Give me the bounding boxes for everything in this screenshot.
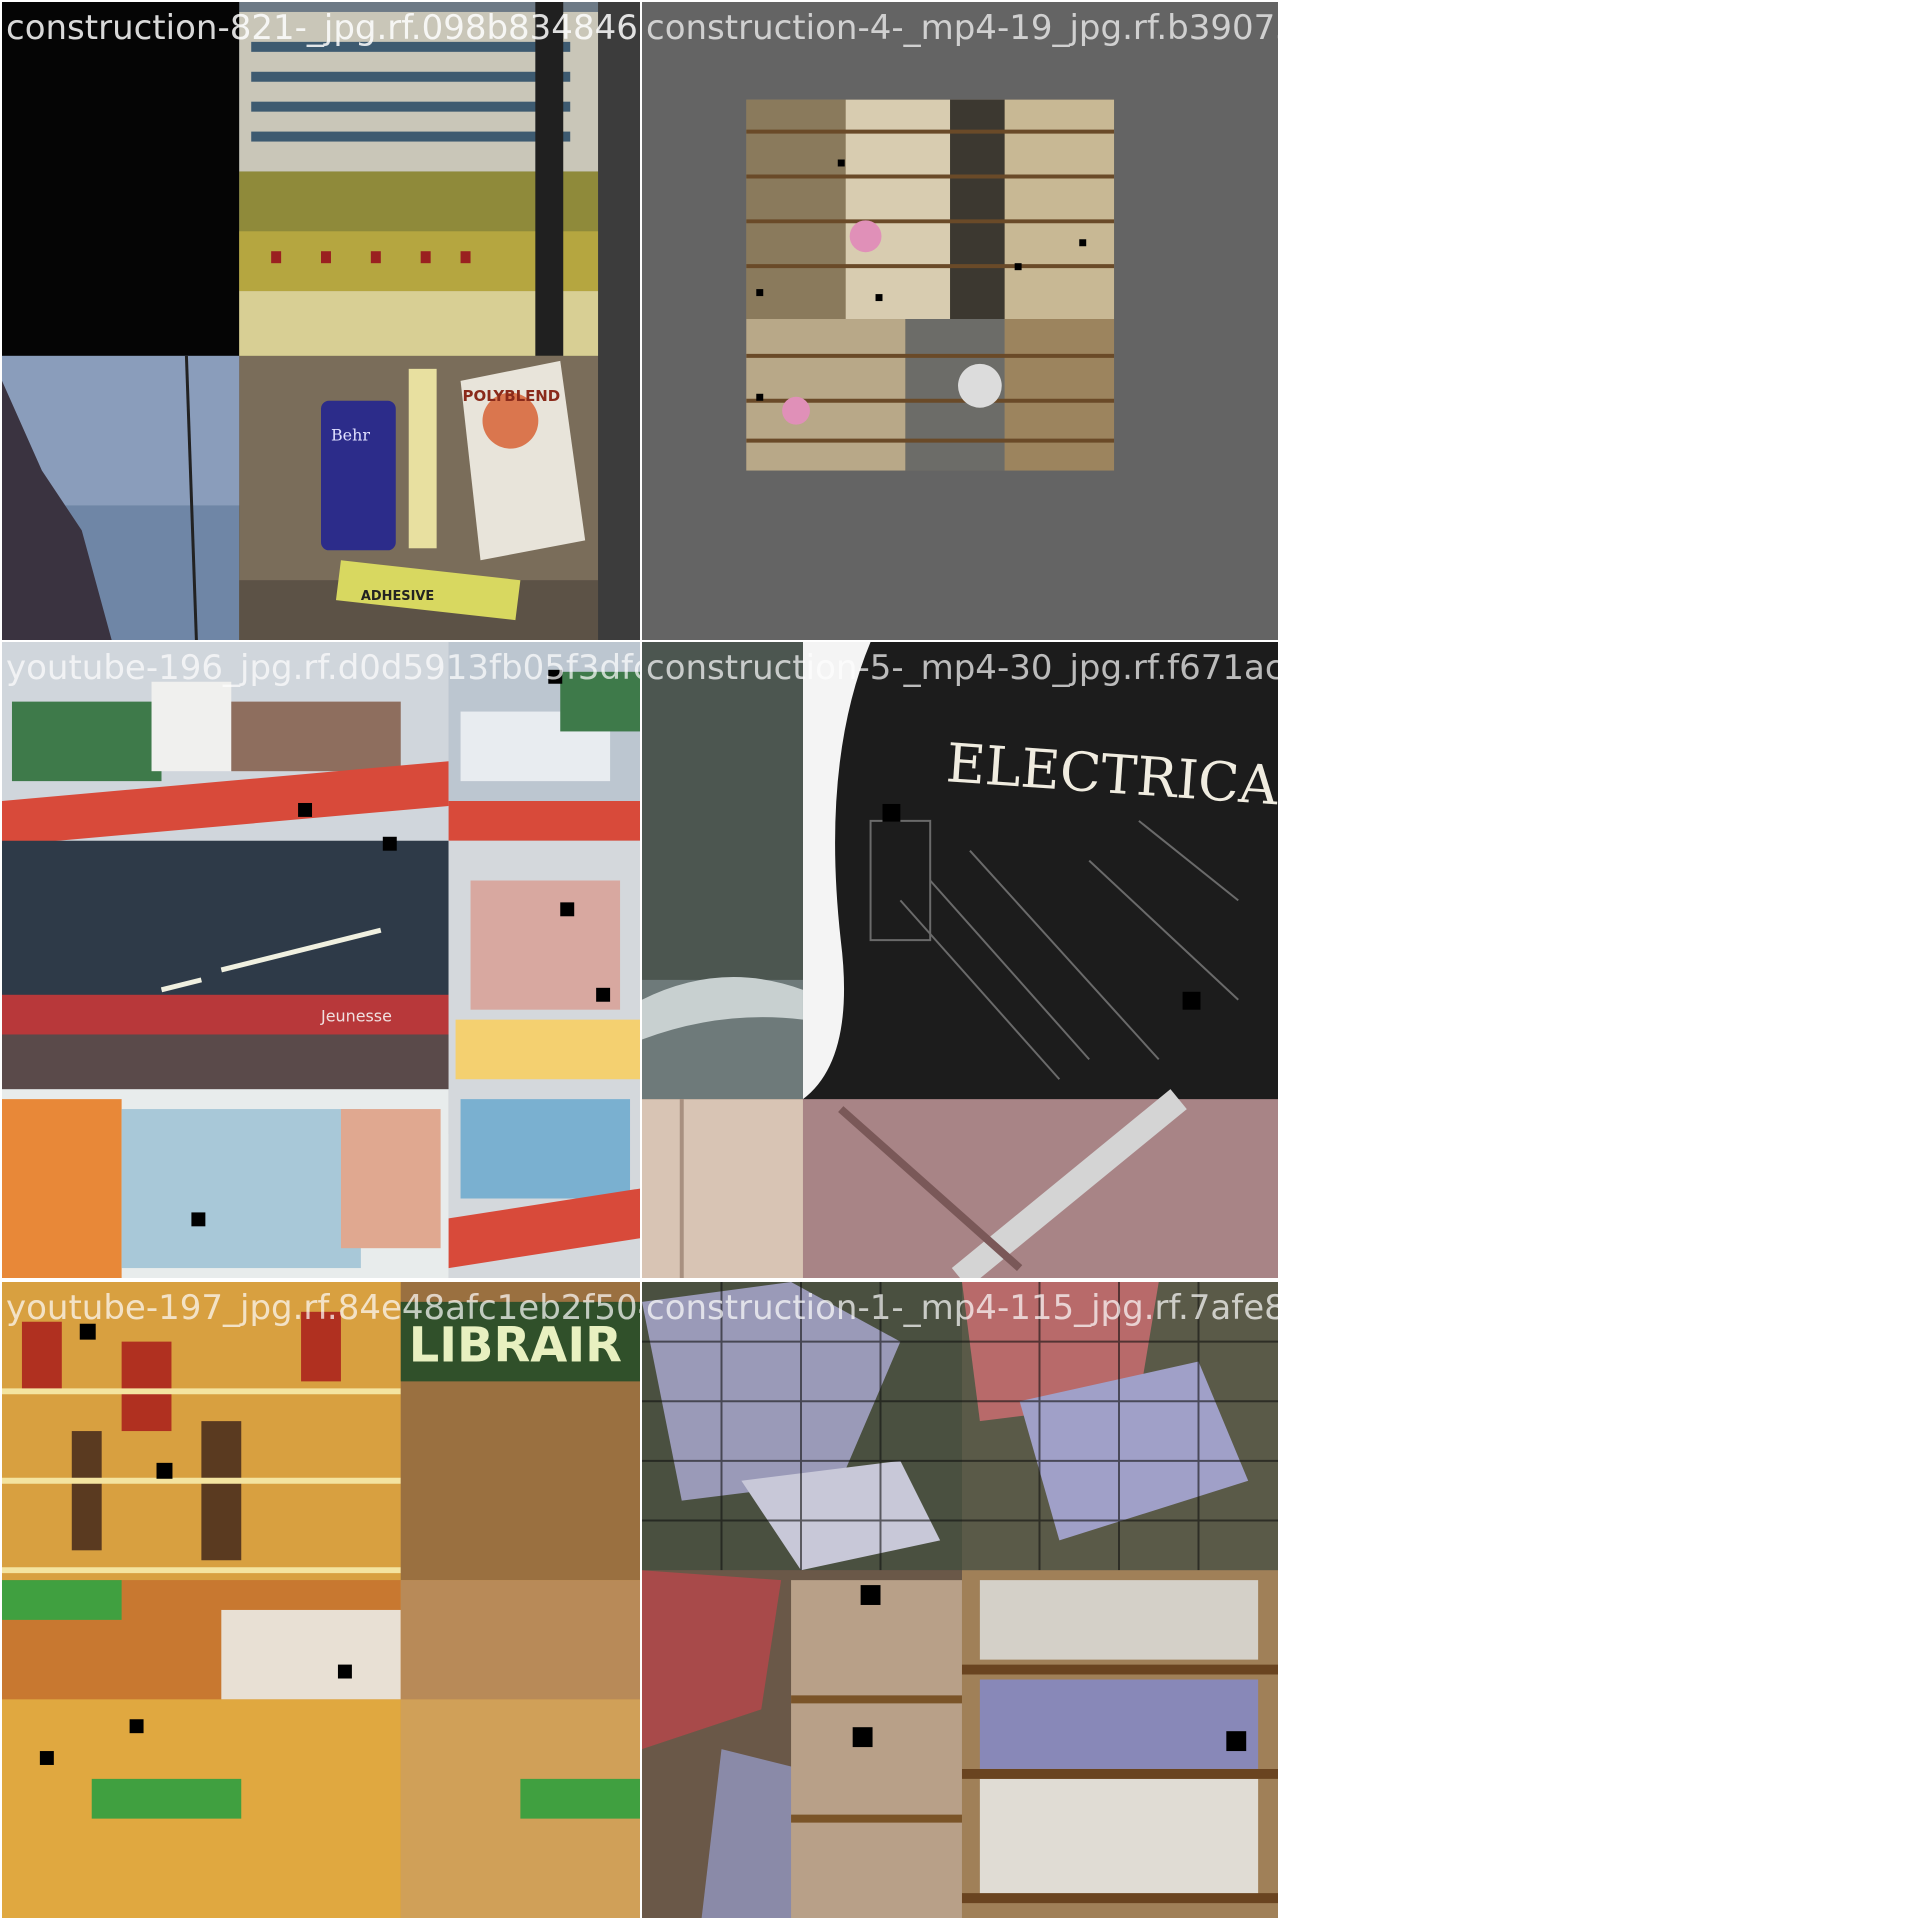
mosaic-tile-construction-821: Behr POLYBLEND ADHESIVE construction-821…	[2, 2, 640, 640]
mosaic-tile-construction-4: construction-4-_mp4-19_jpg.rf.b39073990b	[642, 2, 1278, 640]
bag-label: POLYBLEND	[463, 387, 561, 405]
construction-collage: Behr POLYBLEND ADHESIVE	[2, 2, 640, 640]
flowers	[849, 220, 882, 253]
dark-quadrant	[2, 2, 240, 356]
electrical-safety-collage: ELECTRICAL SAFETY	[642, 642, 1278, 1278]
mosaic-tile-construction-1: construction-1-_mp4-115_jpg.rf.7afe87b72	[642, 1282, 1278, 1918]
library-sign: LIBRAIR	[409, 1319, 622, 1374]
tube-label: ADHESIVE	[361, 589, 434, 604]
green-banner	[2, 1580, 122, 1620]
crane-tower	[535, 2, 564, 356]
orange-book	[2, 1099, 122, 1278]
wire-shelf-collage	[642, 1282, 1278, 1918]
library-collage: LIBRAIR	[2, 1282, 640, 1918]
bookstore-collage	[642, 2, 1278, 640]
book-table-collage: Jeunesse	[2, 642, 640, 1278]
green-books	[11, 701, 162, 782]
mosaic-tile-youtube-196: Jeunesse youtube-196_jpg.rf.d0d5913fb05f…	[2, 642, 640, 1278]
shelf-label: Jeunesse	[320, 1007, 392, 1026]
blueprint-poster	[802, 642, 1278, 1100]
paint-label: Behr	[331, 426, 370, 445]
mosaic-tile-youtube-197: LIBRAIR youtube-197_jpg.rf.84e48afc1eb2f…	[2, 1282, 640, 1918]
wood-door	[642, 1099, 803, 1278]
paint-can	[321, 400, 396, 551]
red-pipe-frame	[802, 1099, 1278, 1278]
mosaic-tile-construction-5: ELECTRICAL SAFETY construction-5-_mp4-30…	[642, 642, 1278, 1278]
fan	[958, 363, 1002, 408]
